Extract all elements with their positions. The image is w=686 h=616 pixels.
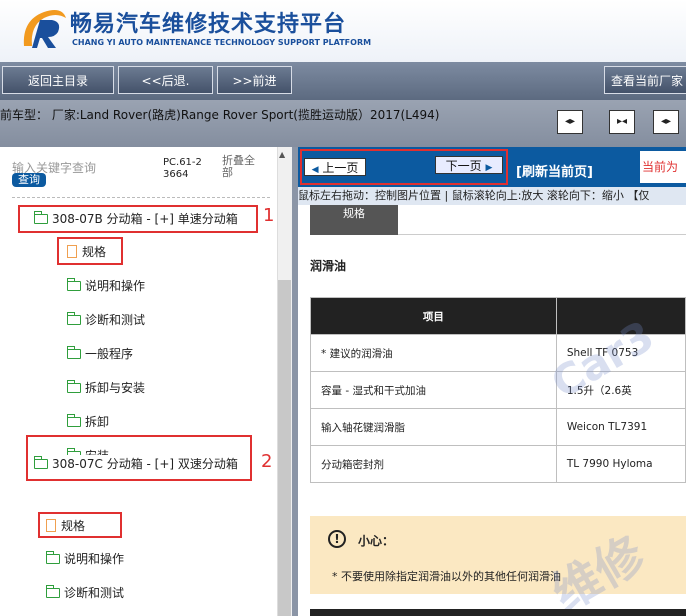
folder-icon bbox=[46, 585, 60, 598]
folder-icon bbox=[67, 312, 81, 325]
table-row: 分动箱密封剂 TL 7990 Hyloma bbox=[310, 445, 686, 483]
arrow-left-icon: ◀ bbox=[311, 165, 319, 175]
tree-item-label: 规格 bbox=[82, 245, 107, 259]
folder-icon bbox=[67, 278, 81, 291]
mouse-hint-text: 鼠标左右拖动：控制图片位置 | 鼠标滚轮向上:放大 滚轮向下：缩小 【仅 bbox=[298, 187, 686, 205]
folder-icon bbox=[34, 456, 48, 469]
table-header-item: 项目 bbox=[310, 297, 557, 335]
tree-item-label: 诊断和测试 bbox=[64, 586, 125, 600]
caution-title: 小心： bbox=[358, 534, 395, 548]
tree-item-removal[interactable]: 拆卸 bbox=[67, 413, 109, 430]
folder-icon bbox=[67, 346, 81, 359]
tree-item-description-1[interactable]: 说明和操作 bbox=[67, 277, 145, 294]
tree-item-diagnosis-2[interactable]: 诊断和测试 bbox=[46, 584, 124, 601]
tree-group-308-07c[interactable]: 308-07C 分动箱 - [+] 双速分动箱 bbox=[34, 455, 238, 472]
tree-item-description-2[interactable]: 说明和操作 bbox=[46, 550, 124, 567]
next-page-button[interactable]: 下一页 ▶ bbox=[435, 156, 503, 174]
refresh-page-link[interactable]: [刷新当前页] bbox=[516, 161, 593, 180]
tree-group-label: 308-07C 分动箱 - [+] 双速分动箱 bbox=[52, 457, 238, 471]
table-cell: 分动箱密封剂 bbox=[310, 445, 557, 483]
app-subtitle: CHANG YI AUTO MAINTENANCE TECHNOLOGY SUP… bbox=[72, 38, 372, 47]
logo-icon bbox=[23, 10, 66, 48]
tree-item-label: 规格 bbox=[61, 519, 86, 533]
arrow-right-icon: ▶ bbox=[485, 163, 493, 173]
next-page-label: 下一页 bbox=[445, 159, 482, 173]
annotation-number-2: 2 bbox=[261, 451, 273, 472]
current-page-indicator: 当前为 bbox=[640, 151, 686, 183]
prev-page-button[interactable]: ◀ 上一页 bbox=[304, 158, 366, 176]
tree-group-label: 308-07B 分动箱 - [+] 单速分动箱 bbox=[52, 212, 238, 226]
document-icon bbox=[67, 245, 77, 258]
tree-group-308-07b[interactable]: 308-07B 分动箱 - [+] 单速分动箱 bbox=[34, 210, 238, 227]
document-icon bbox=[46, 519, 56, 532]
table-cell: TL 7990 Hyloma bbox=[555, 445, 686, 483]
folder-icon bbox=[34, 211, 48, 224]
search-button[interactable]: 查询 bbox=[12, 173, 46, 187]
forward-button[interactable]: >>前进 bbox=[217, 66, 292, 94]
folder-icon bbox=[67, 414, 81, 427]
scroll-up-icon[interactable]: ▲ bbox=[279, 150, 285, 159]
tree-item-label: 拆卸与安装 bbox=[85, 381, 146, 395]
divider-line bbox=[12, 197, 270, 198]
tree-item-general-procedures[interactable]: 一般程序 bbox=[67, 345, 133, 362]
table-row: 容量 - 湿式和干式加油 1.5升（2.6英 bbox=[310, 371, 686, 409]
tree-item-removal-installation[interactable]: 拆卸与安装 bbox=[67, 379, 145, 396]
section-heading: 润滑油 bbox=[310, 259, 347, 273]
nav-bar: 返回主目录 <<后退. >>前进 查看当前厂家 bbox=[0, 62, 686, 100]
fit-width-icon[interactable]: ◂▸ bbox=[557, 110, 583, 134]
tree-item-label: 诊断和测试 bbox=[85, 313, 146, 327]
caution-icon: ! bbox=[328, 530, 346, 548]
doc-tab-strip bbox=[398, 205, 686, 235]
model-bar: 当前车型： 厂家:Land Rover(路虎)Range Rover Sport… bbox=[0, 100, 686, 147]
doc-tab-specs[interactable]: 规格 bbox=[310, 205, 398, 235]
back-button[interactable]: <<后退. bbox=[118, 66, 213, 94]
table-cell: 容量 - 湿式和干式加油 bbox=[310, 371, 557, 409]
tree-item-specs-1[interactable]: 规格 bbox=[67, 243, 106, 260]
prev-page-label: 上一页 bbox=[322, 161, 359, 175]
next-table-header bbox=[310, 609, 686, 616]
document-view[interactable]: 规格 润滑油 项目 * 建议的润滑油 Shell TF 0753 容量 - 湿式和… bbox=[298, 205, 686, 616]
tree-item-specs-2[interactable]: 规格 bbox=[46, 517, 85, 534]
code-label: PC.61-23664 bbox=[163, 157, 202, 180]
table-cell: Weicon TL7391 bbox=[555, 408, 686, 446]
left-panel: 输入关键字查询 查询 PC.61-23664 折叠全部 308-07B 分动箱 … bbox=[0, 147, 292, 616]
document-toolbar: ◀ 上一页 下一页 ▶ [刷新当前页] 当前为 bbox=[298, 147, 686, 187]
current-model-text: 当前车型： 厂家:Land Rover(路虎)Range Rover Sport… bbox=[0, 108, 440, 122]
collapse-all-link[interactable]: 折叠全部 bbox=[222, 155, 260, 179]
scrollbar-thumb[interactable] bbox=[278, 280, 291, 616]
fit-page-icon[interactable]: ▸◂ bbox=[609, 110, 635, 134]
home-button[interactable]: 返回主目录 bbox=[2, 66, 114, 94]
tree-item-label: 说明和操作 bbox=[64, 552, 125, 566]
app-title: 畅易汽车维修技术支持平台 bbox=[70, 12, 347, 37]
caution-text: * 不要使用除指定润滑油以外的其他任何润滑油 bbox=[332, 570, 561, 583]
view-current-maker-button[interactable]: 查看当前厂家 bbox=[604, 66, 686, 94]
tree-item-label: 拆卸 bbox=[85, 415, 110, 429]
table-cell: 输入轴花键润滑脂 bbox=[310, 408, 557, 446]
fit-height-icon[interactable]: ◂▸ bbox=[653, 110, 679, 134]
table-cell: * 建议的润滑油 bbox=[310, 334, 557, 372]
tree-item-label: 一般程序 bbox=[85, 347, 134, 361]
tree-item-label: 说明和操作 bbox=[85, 279, 146, 293]
folder-icon bbox=[67, 380, 81, 393]
folder-icon bbox=[46, 551, 60, 564]
annotation-number-1: 1 bbox=[263, 205, 275, 226]
app-header: 畅易汽车维修技术支持平台 CHANG YI AUTO MAINTENANCE T… bbox=[0, 0, 686, 62]
table-row: 输入轴花键润滑脂 Weicon TL7391 bbox=[310, 408, 686, 446]
tree-item-diagnosis-1[interactable]: 诊断和测试 bbox=[67, 311, 145, 328]
